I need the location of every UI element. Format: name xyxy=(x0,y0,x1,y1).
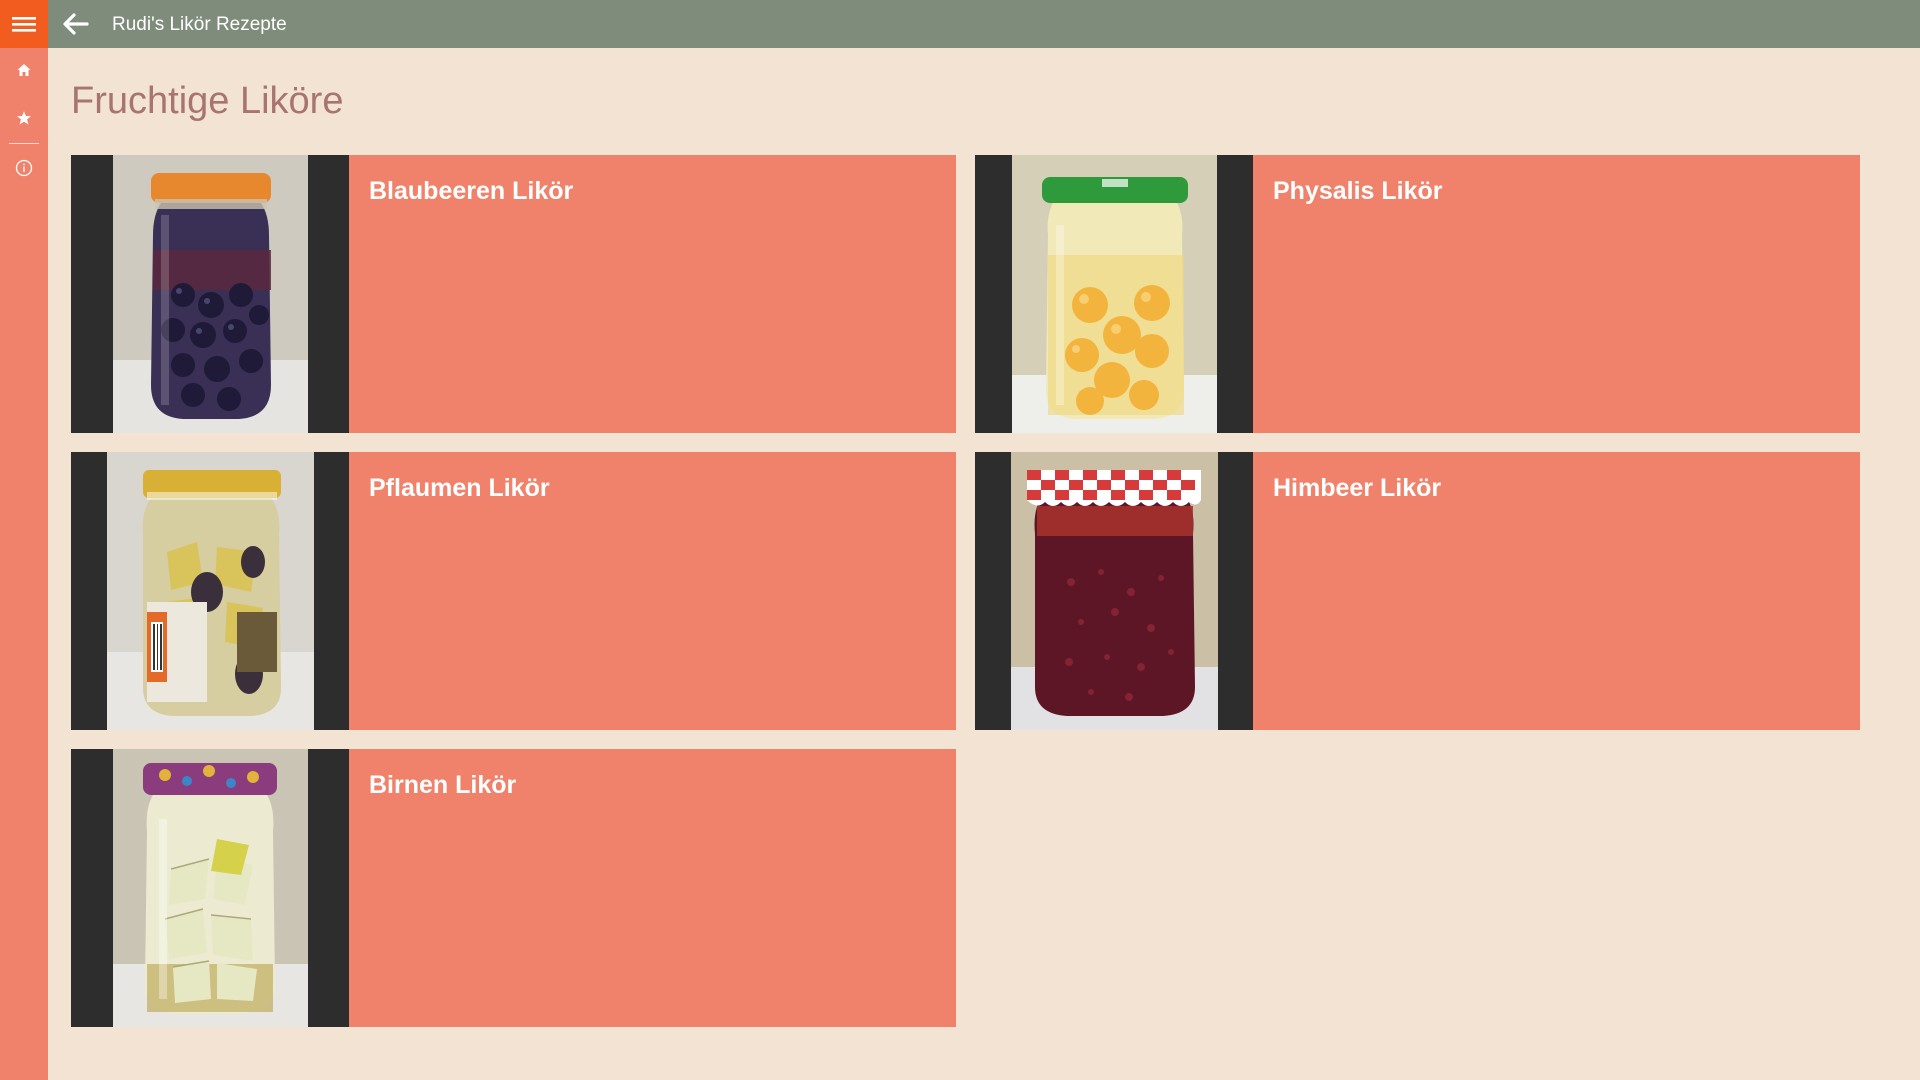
pear-jar-image xyxy=(113,749,308,1027)
blueberry-jar-image xyxy=(113,155,308,433)
title-bar: Rudi's Likör Rezepte xyxy=(48,0,1920,48)
nav-info-button[interactable] xyxy=(0,144,48,192)
page-title: Fruchtige Liköre xyxy=(71,80,344,122)
home-icon xyxy=(17,64,31,76)
recipe-tile-physalis[interactable]: Physalis Likör xyxy=(975,155,1860,433)
recipe-thumbnail xyxy=(975,452,1253,730)
recipe-thumbnail xyxy=(71,452,349,730)
app-window: Rudi's Likör Rezepte Fruchtige Liköre Bl… xyxy=(0,0,1920,1080)
recipe-tile-birnen[interactable]: Birnen Likör xyxy=(71,749,956,1027)
plum-jar-image xyxy=(107,452,314,730)
recipe-thumbnail xyxy=(71,749,349,1027)
recipe-name: Pflaumen Likör xyxy=(369,474,550,502)
recipe-thumbnail xyxy=(975,155,1253,433)
recipe-tile-blaubeeren[interactable]: Blaubeeren Likör xyxy=(71,155,956,433)
app-title: Rudi's Likör Rezepte xyxy=(112,14,287,35)
back-button[interactable] xyxy=(58,6,94,42)
recipe-name: Birnen Likör xyxy=(369,771,517,799)
info-icon xyxy=(15,159,33,177)
recipe-thumbnail xyxy=(71,155,349,433)
recipe-tile-himbeer[interactable]: Himbeer Likör xyxy=(975,452,1860,730)
nav-rail xyxy=(0,0,48,1080)
raspberry-jar-image xyxy=(1011,452,1218,730)
hamburger-menu-icon xyxy=(12,17,36,32)
physalis-jar-image xyxy=(1012,155,1217,433)
recipe-name: Himbeer Likör xyxy=(1273,474,1442,502)
nav-favorites-button[interactable] xyxy=(0,94,48,142)
nav-home-button[interactable] xyxy=(0,46,48,94)
star-icon xyxy=(17,111,31,125)
recipe-tile-pflaumen[interactable]: Pflaumen Likör xyxy=(71,452,956,730)
recipe-name: Physalis Likör xyxy=(1273,177,1443,205)
hamburger-button[interactable] xyxy=(0,0,48,48)
recipe-name: Blaubeeren Likör xyxy=(369,177,574,205)
back-arrow-icon xyxy=(63,13,89,35)
